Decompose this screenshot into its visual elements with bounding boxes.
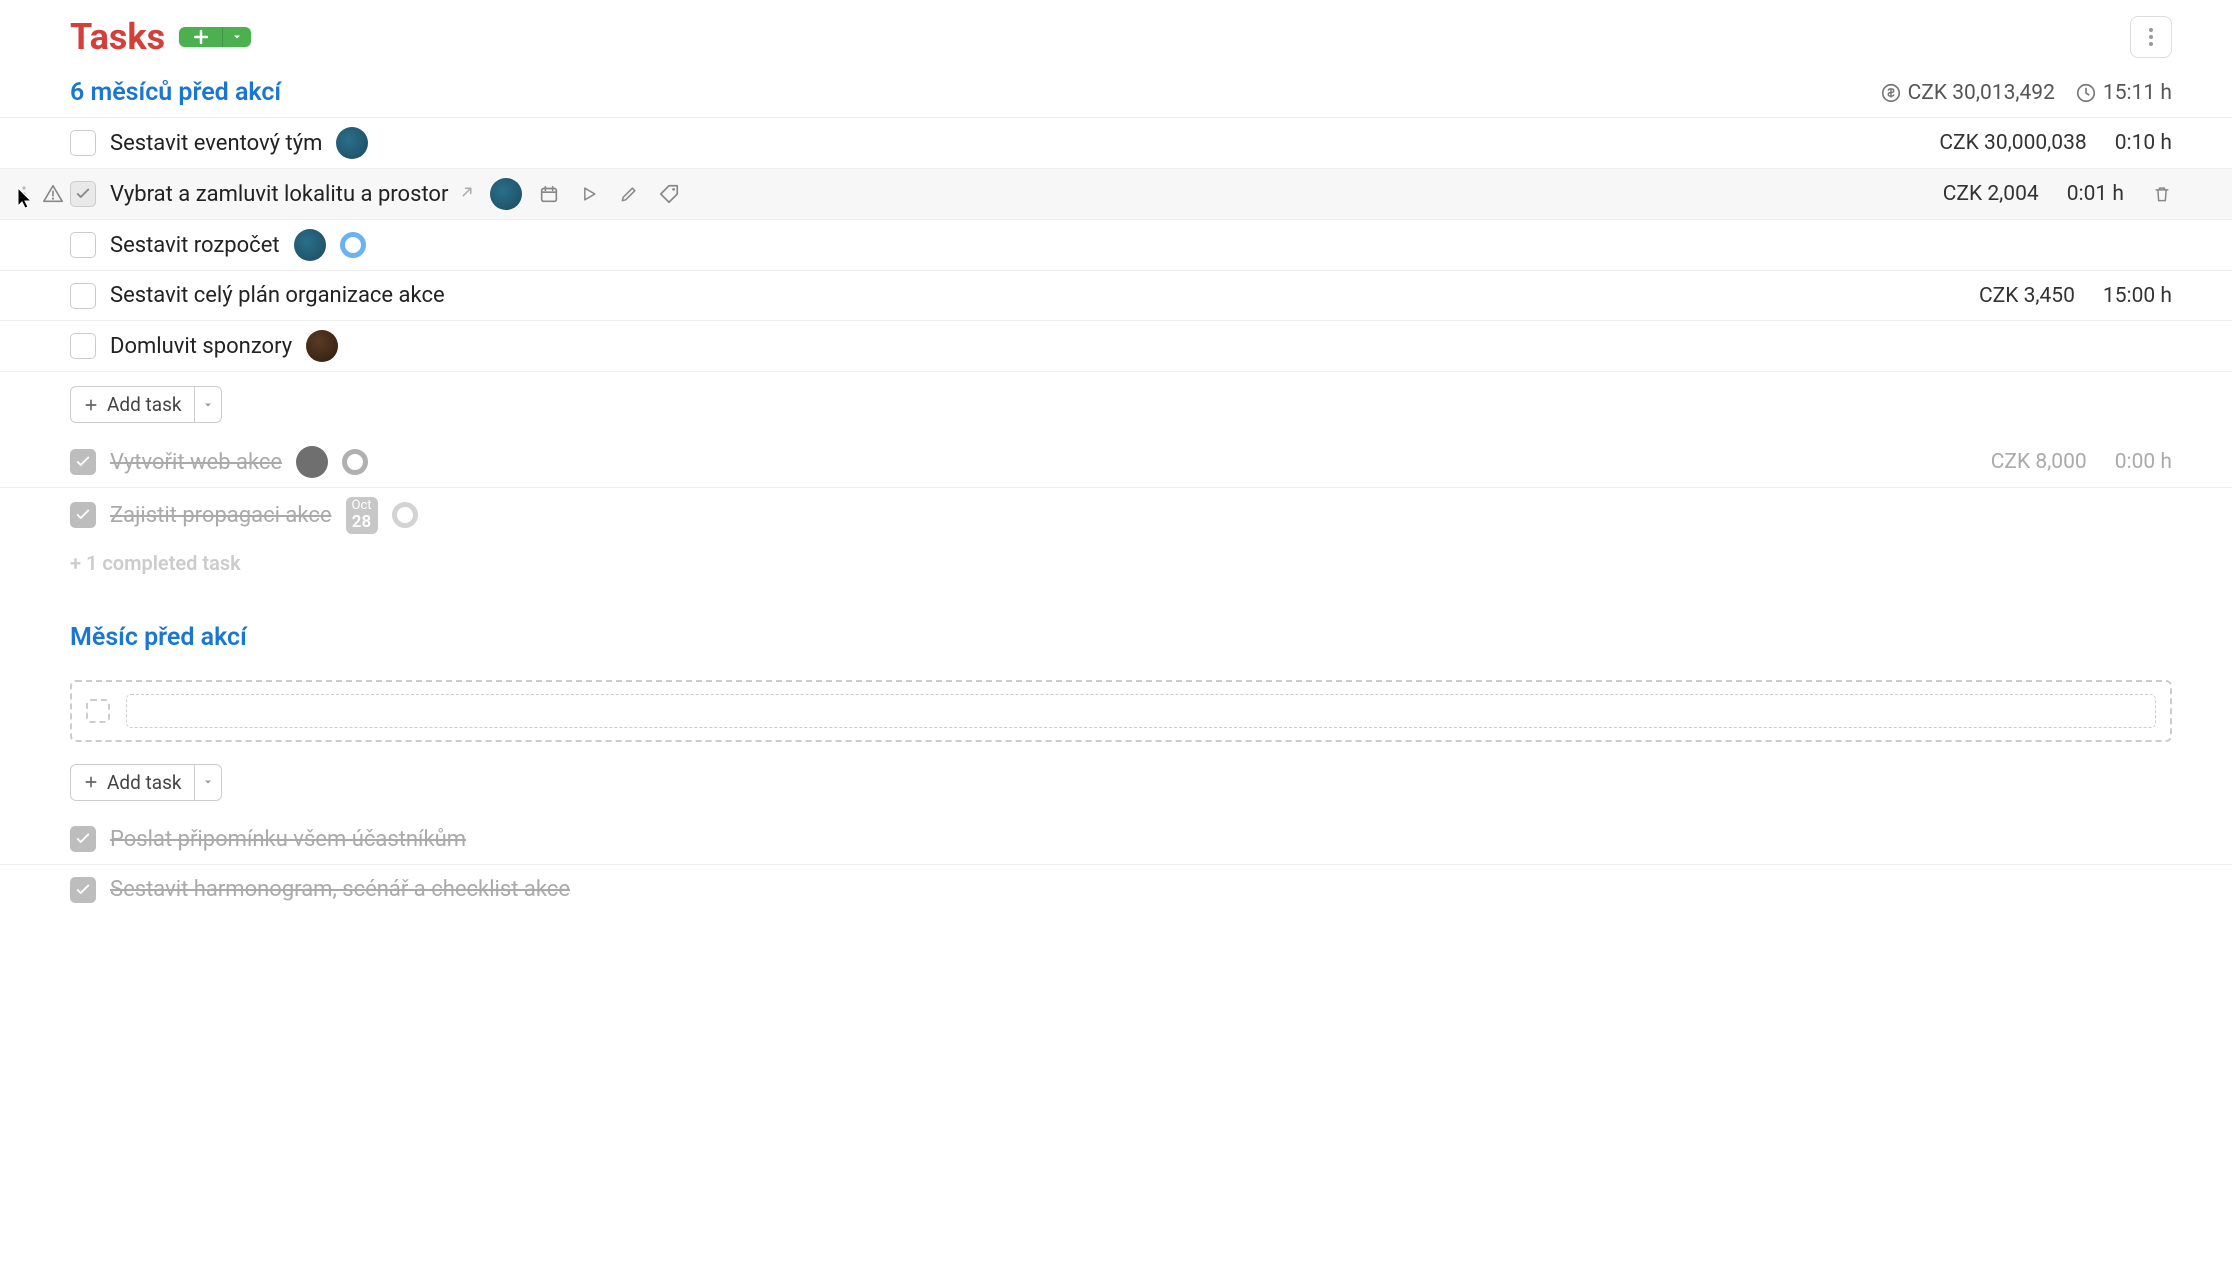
plus-icon: [83, 774, 99, 790]
more-completed-link[interactable]: + 1 completed task: [0, 543, 2232, 603]
task-time: 0:00 h: [2115, 450, 2172, 474]
add-task-button[interactable]: Add task: [70, 764, 222, 801]
task-cost: CZK 30,000,038: [1939, 131, 2086, 155]
avatar[interactable]: [306, 330, 338, 362]
task-checkbox[interactable]: [70, 232, 96, 258]
task-row[interactable]: Zajistit propagaci akce Oct 28: [0, 488, 2232, 543]
chevron-down-icon[interactable]: [195, 765, 221, 800]
task-row[interactable]: Sestavit harmonogram, scénář a checklist…: [0, 865, 2232, 915]
task-title: Sestavit rozpočet: [110, 233, 280, 258]
group-title[interactable]: Měsíc před akcí: [0, 603, 2232, 672]
task-title: Vytvořit web akce: [110, 450, 282, 475]
group-header-1: 6 měsíců před akcí CZK 30,013,492 15:11 …: [0, 70, 2232, 118]
task-checkbox[interactable]: [70, 877, 96, 903]
progress-ring-icon: [342, 449, 368, 475]
group-title[interactable]: 6 měsíců před akcí: [70, 78, 281, 107]
progress-ring-icon: [340, 232, 366, 258]
task-row[interactable]: Sestavit celý plán organizace akce CZK 3…: [0, 271, 2232, 321]
task-title: Domluvit sponzory: [110, 334, 292, 359]
task-row[interactable]: Sestavit eventový tým CZK 30,000,038 0:1…: [0, 118, 2232, 169]
task-row[interactable]: Vytvořit web akce CZK 8,000 0:00 h: [0, 437, 2232, 488]
task-title: Sestavit harmonogram, scénář a checklist…: [110, 877, 570, 902]
currency-icon: [1880, 82, 1902, 104]
delete-icon[interactable]: [2152, 183, 2172, 205]
add-task-button[interactable]: Add task: [70, 386, 222, 423]
plus-icon: [83, 397, 99, 413]
calendar-icon[interactable]: [536, 181, 562, 207]
avatar[interactable]: [296, 446, 328, 478]
group-total-cost: CZK 30,013,492: [1880, 81, 2055, 105]
avatar[interactable]: [294, 229, 326, 261]
task-checkbox[interactable]: [70, 826, 96, 852]
task-row[interactable]: Domluvit sponzory: [0, 321, 2232, 372]
task-checkbox[interactable]: [70, 181, 96, 207]
more-menu-button[interactable]: [2130, 16, 2172, 58]
group-total-time: 15:11 h: [2075, 81, 2172, 105]
play-icon[interactable]: [576, 181, 602, 207]
task-row[interactable]: Poslat připomínku všem účastníkům: [0, 815, 2232, 865]
task-checkbox[interactable]: [70, 283, 96, 309]
task-row[interactable]: Vybrat a zamluvit lokalitu a prostor CZK…: [0, 169, 2232, 220]
tag-icon[interactable]: [656, 181, 682, 207]
progress-ring-icon: [392, 502, 418, 528]
task-cost: CZK 8,000: [1991, 450, 2087, 474]
date-badge: Oct 28: [346, 497, 378, 534]
new-task-input[interactable]: [126, 694, 2156, 728]
avatar[interactable]: [490, 178, 522, 210]
add-main-button[interactable]: [179, 27, 251, 47]
task-checkbox[interactable]: [70, 502, 96, 528]
warning-icon[interactable]: [40, 183, 66, 205]
task-checkbox-placeholder: [86, 699, 110, 723]
task-time: 0:01 h: [2067, 182, 2124, 206]
task-cost: CZK 2,004: [1943, 182, 2039, 206]
page-title: Tasks: [70, 16, 165, 58]
task-checkbox[interactable]: [70, 449, 96, 475]
task-time: 15:00 h: [2103, 284, 2172, 308]
task-time: 0:10 h: [2115, 131, 2172, 155]
chevron-down-icon[interactable]: [195, 387, 221, 422]
task-checkbox[interactable]: [70, 333, 96, 359]
task-title: Poslat připomínku všem účastníkům: [110, 827, 466, 852]
task-title: Sestavit eventový tým: [110, 131, 322, 156]
task-cost: CZK 3,450: [1979, 284, 2075, 308]
task-title: Vybrat a zamluvit lokalitu a prostor: [110, 182, 476, 207]
drag-handle-icon[interactable]: [14, 185, 34, 203]
task-row[interactable]: Sestavit rozpočet: [0, 220, 2232, 271]
edit-icon[interactable]: [616, 181, 642, 207]
clock-icon: [2075, 82, 2097, 104]
avatar[interactable]: [336, 127, 368, 159]
task-title: Zajistit propagaci akce: [110, 503, 332, 528]
open-link-icon[interactable]: [458, 183, 476, 201]
task-checkbox[interactable]: [70, 130, 96, 156]
new-task-placeholder[interactable]: [70, 680, 2172, 742]
plus-icon: [179, 27, 223, 47]
task-title: Sestavit celý plán organizace akce: [110, 283, 445, 308]
chevron-down-icon[interactable]: [223, 27, 251, 47]
